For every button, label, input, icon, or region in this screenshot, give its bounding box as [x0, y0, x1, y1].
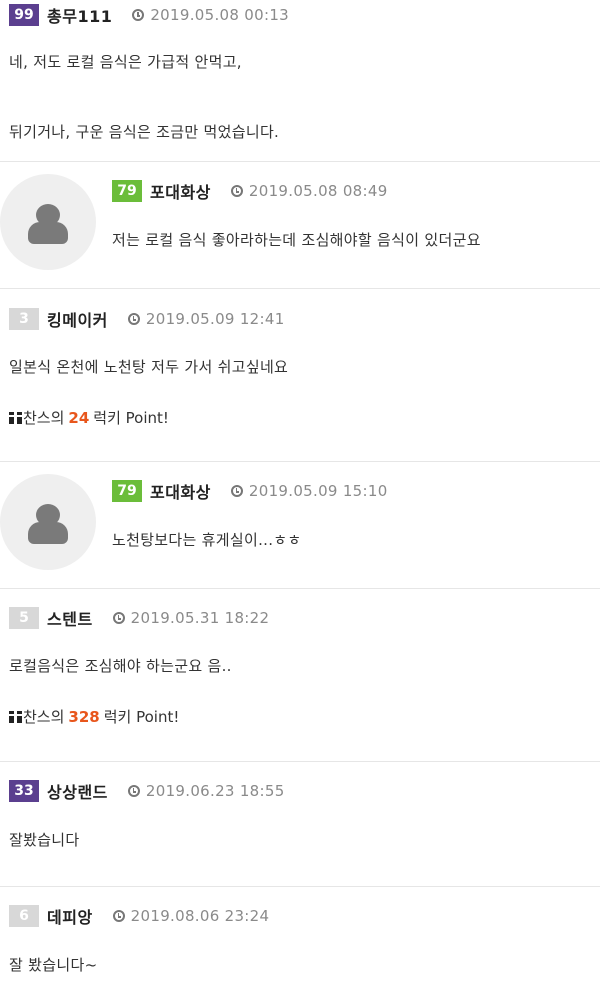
comment-date: 2019.05.09 15:10	[230, 482, 388, 500]
lucky-suffix: 럭키 Point!	[93, 409, 169, 427]
lucky-points: 24	[68, 408, 90, 427]
date-text: 2019.05.08 00:13	[150, 6, 290, 24]
comment-text: 잘봤습니다	[9, 831, 80, 849]
gift-icon	[9, 411, 22, 424]
comment-meta: 6 데피앙 2019.08.06 23:24	[9, 905, 269, 927]
author-name[interactable]: 포대화상	[150, 179, 211, 203]
comment-date: 2019.05.09 12:41	[127, 310, 285, 328]
comment-date: 2019.05.08 00:13	[132, 6, 289, 24]
date-text: 2019.05.09 12:41	[145, 310, 285, 328]
level-badge: 79	[112, 180, 142, 202]
comment-date: 2019.05.08 08:49	[230, 182, 388, 200]
author-name[interactable]: 킹메이커	[47, 307, 108, 331]
lucky-prefix: 찬스의	[23, 708, 65, 726]
clock-icon	[127, 313, 140, 325]
author-name[interactable]: 상상랜드	[47, 779, 108, 803]
lucky-suffix: 럭키 Point!	[103, 708, 180, 726]
clock-icon	[230, 185, 243, 197]
comment-meta: 33 상상랜드 2019.06.23 18:55	[9, 780, 285, 802]
clock-icon	[127, 785, 140, 797]
reply-item: 79 포대화상 2019.05.09 15:10 노천탕보다는 휴게실이...ㅎ…	[0, 462, 600, 589]
lucky-prefix: 찬스의	[23, 409, 65, 427]
comment-item: 99 총무111 2019.05.08 00:13 네, 저도 로컬 음식은 가…	[0, 0, 600, 162]
comment-text: 일본식 온천에 노천탕 저두 가서 쉬고싶네요	[9, 358, 289, 376]
lucky-point-notice: 찬스의 24 럭키 Point!	[9, 407, 169, 428]
comment-text: 노천탕보다는 휴게실이...ㅎㅎ	[112, 531, 302, 549]
level-badge: 5	[9, 607, 39, 629]
comment-date: 2019.05.31 18:22	[112, 609, 270, 627]
author-name[interactable]: 포대화상	[150, 479, 211, 503]
comment-meta: 79 포대화상 2019.05.08 08:49	[112, 180, 388, 202]
comment-meta: 99 총무111 2019.05.08 00:13	[9, 4, 289, 26]
date-text: 2019.05.31 18:22	[130, 609, 270, 627]
comment-item: 5 스텐트 2019.05.31 18:22 로컬음식은 조심해야 하는군요 음…	[0, 589, 600, 762]
clock-icon	[112, 612, 125, 624]
level-badge: 3	[9, 308, 39, 330]
clock-icon	[112, 910, 125, 922]
author-name[interactable]: 데피앙	[47, 904, 93, 928]
user-avatar-icon	[0, 474, 96, 570]
level-badge: 6	[9, 905, 39, 927]
comment-date: 2019.06.23 18:55	[127, 782, 285, 800]
clock-icon	[132, 9, 145, 21]
comment-item: 6 데피앙 2019.08.06 23:24 잘 봤습니다~	[0, 887, 600, 995]
comment-item: 3 킹메이커 2019.05.09 12:41 일본식 온천에 노천탕 저두 가…	[0, 289, 600, 462]
date-text: 2019.08.06 23:24	[130, 907, 270, 925]
gift-icon	[9, 710, 22, 723]
comment-text: 잘 봤습니다~	[9, 956, 98, 974]
reply-item: 79 포대화상 2019.05.08 08:49 저는 로컬 음식 좋아라하는데…	[0, 162, 600, 289]
level-badge: 33	[9, 780, 39, 802]
comment-meta: 5 스텐트 2019.05.31 18:22	[9, 607, 269, 629]
comment-text: 로컬음식은 조심해야 하는군요 음..	[9, 657, 232, 675]
comment-text: 저는 로컬 음식 좋아라하는데 조심해야할 음식이 있더군요	[112, 231, 481, 249]
comment-item: 33 상상랜드 2019.06.23 18:55 잘봤습니다	[0, 762, 600, 887]
lucky-point-notice: 찬스의 328 럭키 Point!	[9, 706, 179, 727]
level-badge: 79	[112, 480, 142, 502]
lucky-points: 328	[68, 707, 100, 726]
date-text: 2019.05.08 08:49	[248, 182, 388, 200]
author-name[interactable]: 스텐트	[47, 606, 93, 630]
comment-meta: 79 포대화상 2019.05.09 15:10	[112, 480, 388, 502]
clock-icon	[230, 485, 243, 497]
comment-text: 네, 저도 로컬 음식은 가급적 안먹고,	[9, 53, 242, 71]
level-badge: 99	[9, 4, 39, 26]
comment-date: 2019.08.06 23:24	[112, 907, 270, 925]
comment-text: 뒤기거나, 구운 음식은 조금만 먹었습니다.	[9, 123, 280, 141]
user-avatar-icon	[0, 174, 96, 270]
comment-meta: 3 킹메이커 2019.05.09 12:41	[9, 308, 285, 330]
author-name[interactable]: 총무111	[47, 3, 112, 27]
date-text: 2019.06.23 18:55	[145, 782, 285, 800]
date-text: 2019.05.09 15:10	[248, 482, 388, 500]
